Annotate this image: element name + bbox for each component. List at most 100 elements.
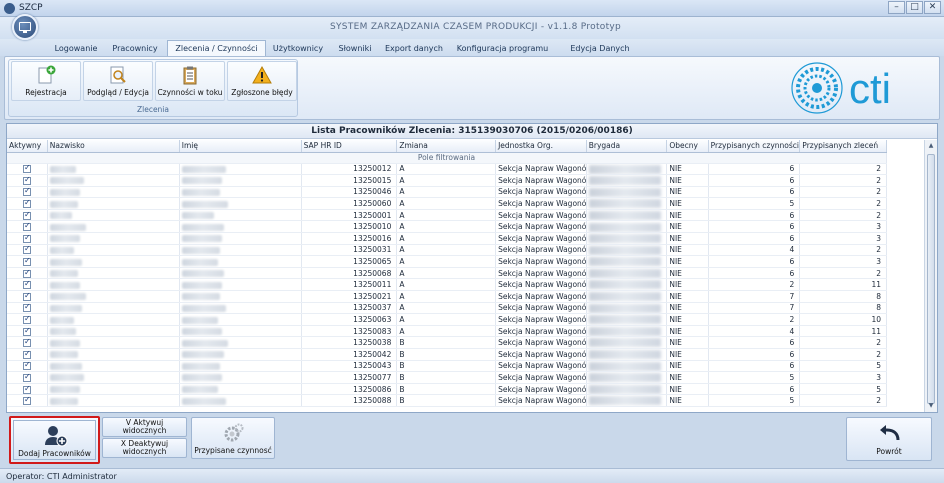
powrot-button[interactable]: Powrót	[846, 417, 932, 461]
aktywny-checkbox[interactable]	[7, 163, 48, 176]
checkbox-checked-icon[interactable]	[23, 244, 31, 255]
aktywny-checkbox[interactable]	[7, 348, 48, 361]
table-row[interactable]: 13250060ASekcja Napraw Wagonów NIE52	[7, 197, 887, 210]
table-row[interactable]: 13250065ASekcja Napraw Wagonów NIE63	[7, 255, 887, 268]
przypisane-czynnosci-button[interactable]: Przypisane czynnosć	[191, 417, 275, 459]
application-menu-button[interactable]	[12, 14, 38, 40]
aktywny-checkbox[interactable]	[7, 278, 48, 292]
close-icon[interactable]: ✕	[924, 1, 941, 14]
table-row[interactable]: 13250086BSekcja Napraw Wagonów NIE65	[7, 383, 887, 396]
checkbox-checked-icon[interactable]	[23, 360, 31, 371]
tab-pracownicy[interactable]: Pracownicy	[110, 41, 160, 56]
column-zmiana[interactable]: Zmiana	[396, 140, 497, 153]
table-row[interactable]: 13250068ASekcja Napraw Wagonów NIE62	[7, 267, 887, 280]
table-row[interactable]: 13250043BSekcja Napraw Wagonów NIE65	[7, 360, 887, 373]
checkbox-checked-icon[interactable]	[23, 395, 31, 406]
checkbox-checked-icon[interactable]	[23, 279, 31, 290]
checkbox-checked-icon[interactable]	[23, 372, 31, 382]
column-jednostka[interactable]: Jednostka Org.	[495, 140, 587, 153]
rejestracja-button[interactable]: Rejestracja	[11, 61, 81, 101]
checkbox-checked-icon[interactable]	[23, 268, 31, 278]
tab-slowniki[interactable]: Słowniki	[334, 41, 376, 56]
aktywny-checkbox[interactable]	[7, 383, 48, 396]
dodaj-pracownikow-button[interactable]: Dodaj Pracowników	[9, 416, 100, 464]
tab-konfiguracja-programu[interactable]: Konfiguracja programu	[455, 41, 550, 56]
minimize-icon[interactable]: –	[888, 1, 905, 14]
aktywny-checkbox[interactable]	[7, 232, 48, 245]
aktywny-checkbox[interactable]	[7, 394, 48, 407]
aktywny-checkbox[interactable]	[7, 302, 48, 315]
checkbox-checked-icon[interactable]	[23, 163, 31, 174]
column-aktywny[interactable]: Aktywny	[7, 140, 48, 153]
aktywny-checkbox[interactable]	[7, 336, 48, 349]
checkbox-checked-icon[interactable]	[23, 326, 31, 336]
aktywny-checkbox[interactable]	[7, 220, 48, 234]
scroll-thumb[interactable]	[927, 154, 935, 404]
table-row[interactable]: 13250015ASekcja Napraw Wagonów NIE62	[7, 174, 887, 187]
checkbox-checked-icon[interactable]	[23, 256, 31, 267]
aktywny-checkbox[interactable]	[7, 371, 48, 384]
checkbox-checked-icon[interactable]	[23, 198, 31, 209]
zgloszone-bledy-button[interactable]: Zgłoszone błędy	[227, 61, 297, 101]
table-row[interactable]: 13250012ASekcja Napraw Wagonów NIE62	[7, 163, 887, 176]
tab-export-danych[interactable]: Export danych	[383, 41, 445, 56]
checkbox-checked-icon[interactable]	[23, 291, 31, 301]
scroll-down-icon[interactable]: ▼	[925, 400, 937, 412]
vertical-scrollbar[interactable]: ▲ ▼	[924, 140, 937, 412]
table-row[interactable]: 13250083ASekcja Napraw Wagonów NIE411	[7, 325, 887, 338]
table-row[interactable]: 13250063ASekcja Napraw Wagonów NIE210	[7, 313, 887, 326]
checkbox-checked-icon[interactable]	[23, 210, 31, 220]
podglad-edycja-button[interactable]: Podgląd / Edycja	[83, 61, 153, 101]
checkbox-checked-icon[interactable]	[23, 302, 31, 313]
column-przypisanych-zlecen[interactable]: Przypisanych zleceń	[799, 140, 887, 153]
aktywny-checkbox[interactable]	[7, 360, 48, 373]
aktywuj-widocznych-button[interactable]: V Aktywuj widocznych	[102, 417, 187, 437]
table-row[interactable]: 13250046ASekcja Napraw Wagonów NIE62	[7, 186, 887, 199]
aktywny-checkbox[interactable]	[7, 325, 48, 338]
tab-zlecenia-czynnosci[interactable]: Zlecenia / Czynności	[167, 40, 266, 56]
czynnosci-w-toku-button[interactable]: Czynności w toku	[155, 61, 225, 101]
table-row[interactable]: 13250011ASekcja Napraw Wagonów NIE211	[7, 278, 887, 292]
maximize-icon[interactable]: □	[906, 1, 923, 14]
tab-uzytkownicy[interactable]: Użytkownicy	[270, 41, 326, 56]
table-row[interactable]: 13250010ASekcja Napraw Wagonów NIE63	[7, 220, 887, 234]
checkbox-checked-icon[interactable]	[23, 221, 31, 232]
aktywny-checkbox[interactable]	[7, 244, 48, 257]
column-imie[interactable]: Imię	[179, 140, 302, 153]
filter-row[interactable]: Pole filtrowania	[7, 152, 887, 164]
column-sap-hr-id[interactable]: SAP HR ID	[301, 140, 398, 153]
table-row[interactable]: 13250088BSekcja Napraw Wagonów NIE52	[7, 394, 887, 407]
deaktywuj-widocznych-button[interactable]: X Deaktywuj widocznych	[102, 438, 187, 458]
aktywny-checkbox[interactable]	[7, 255, 48, 268]
aktywny-checkbox[interactable]	[7, 290, 48, 303]
checkbox-checked-icon[interactable]	[23, 186, 31, 197]
table-row[interactable]: 13250031ASekcja Napraw Wagonów NIE42	[7, 244, 887, 257]
filter-label[interactable]: Pole filtrowania	[7, 152, 887, 164]
table-row[interactable]: 13250001ASekcja Napraw Wagonów NIE62	[7, 209, 887, 222]
aktywny-checkbox[interactable]	[7, 267, 48, 280]
checkbox-checked-icon[interactable]	[23, 384, 31, 394]
table-row[interactable]: 13250042BSekcja Napraw Wagonów NIE62	[7, 348, 887, 361]
scroll-up-icon[interactable]: ▲	[925, 140, 937, 152]
table-row[interactable]: 13250038BSekcja Napraw Wagonów NIE62	[7, 336, 887, 349]
aktywny-checkbox[interactable]	[7, 313, 48, 326]
column-przypisanych-czynnosci[interactable]: Przypisanych czynności	[708, 140, 801, 153]
tab-logowanie[interactable]: Logowanie	[50, 41, 102, 56]
checkbox-checked-icon[interactable]	[23, 337, 31, 348]
aktywny-checkbox[interactable]	[7, 174, 48, 187]
checkbox-checked-icon[interactable]	[23, 349, 31, 359]
checkbox-checked-icon[interactable]	[23, 175, 31, 185]
aktywny-checkbox[interactable]	[7, 209, 48, 222]
aktywny-checkbox[interactable]	[7, 197, 48, 210]
table-row[interactable]: 13250037ASekcja Napraw Wagonów NIE78	[7, 302, 887, 315]
table-row[interactable]: 13250016ASekcja Napraw Wagonów NIE63	[7, 232, 887, 245]
column-obecny[interactable]: Obecny	[666, 140, 709, 153]
tab-edycja-danych[interactable]: Edycja Danych	[568, 41, 632, 56]
table-row[interactable]: 13250021ASekcja Napraw Wagonów NIE78	[7, 290, 887, 303]
aktywny-checkbox[interactable]	[7, 186, 48, 199]
checkbox-checked-icon[interactable]	[23, 233, 31, 243]
column-nazwisko[interactable]: Nazwisko	[47, 140, 180, 153]
table-row[interactable]: 13250077BSekcja Napraw Wagonów NIE53	[7, 371, 887, 384]
column-brygada[interactable]: Brygada	[586, 140, 668, 153]
checkbox-checked-icon[interactable]	[23, 314, 31, 325]
